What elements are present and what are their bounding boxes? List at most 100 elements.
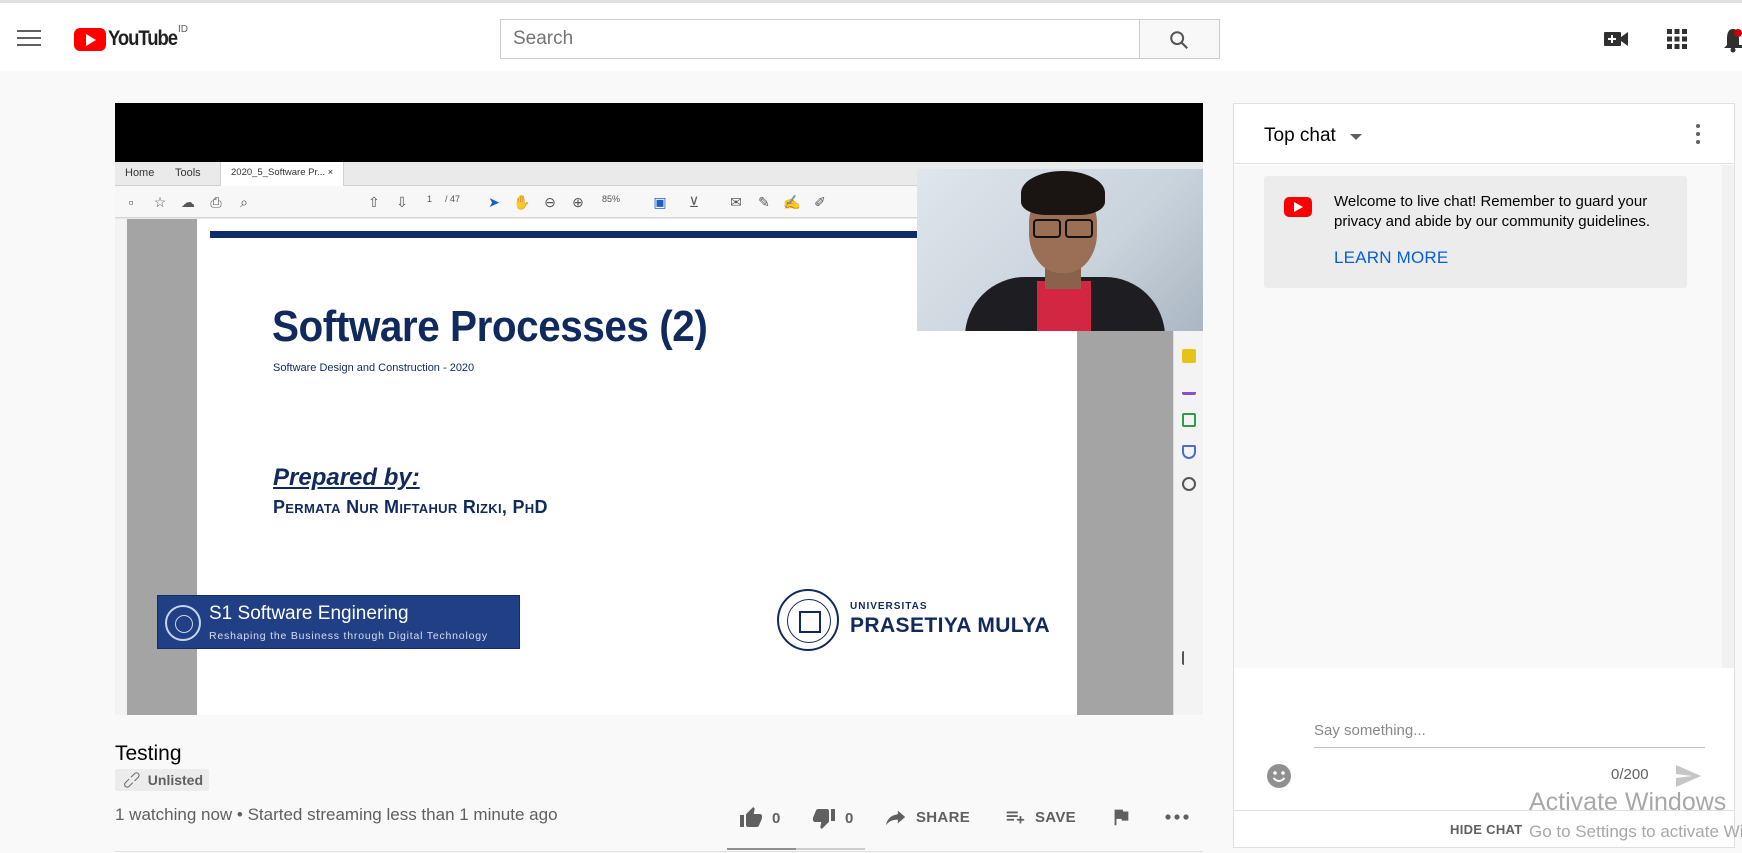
- chat-scrollbar[interactable]: [1722, 165, 1734, 668]
- chat-header: Top chat: [1234, 104, 1734, 164]
- zoom-search-icon: ⌕: [240, 194, 248, 210]
- page-total: / 47: [445, 194, 461, 204]
- chat-input-container: [1314, 714, 1705, 748]
- presenter-hair: [1021, 171, 1105, 215]
- menu-icon[interactable]: [17, 30, 41, 48]
- chat-input[interactable]: [1314, 714, 1705, 747]
- program-badge: S1 Software Enginering Reshaping the Bus…: [157, 595, 520, 649]
- save-button[interactable]: SAVE: [1003, 806, 1076, 828]
- scroll-mode-icon: ⊻: [688, 194, 700, 210]
- program-title: S1 Software Enginering: [209, 603, 409, 624]
- youtube-play-icon: [74, 27, 106, 51]
- hide-chat-button[interactable]: HIDE CHAT: [1450, 822, 1523, 837]
- activate-windows-title: Activate Windows: [1529, 788, 1727, 816]
- print-icon: ⎙: [210, 194, 222, 210]
- chat-messages: Welcome to live chat! Remember to guard …: [1234, 165, 1734, 668]
- video-player[interactable]: Home Tools 2020_5_Software Pr... × ▫ ☆ ☁…: [115, 103, 1203, 715]
- activate-windows-subtitle: Go to Settings to activate Windows.: [1529, 822, 1742, 841]
- thumbs-down-icon: [813, 809, 835, 829]
- cloud-upload-icon: ☁: [181, 194, 195, 210]
- logo-text: YouTube: [108, 27, 178, 50]
- more-vertical-icon[interactable]: [1696, 124, 1700, 148]
- char-count: 0/200: [1611, 766, 1649, 783]
- dislike-button[interactable]: 0: [811, 806, 854, 830]
- save-label: SAVE: [1035, 808, 1076, 826]
- link-icon: ⊂⊃: [118, 766, 145, 793]
- university-label: UNIVERSITAS: [850, 601, 928, 612]
- like-button[interactable]: 0: [738, 806, 781, 830]
- zoom-level: 85%: [602, 194, 621, 204]
- university-name: PRASETIYA MULYA: [850, 614, 1051, 637]
- slide-author: Permata Nur Miftahur Rizki, PhD: [273, 497, 548, 517]
- share-arrow-icon: [885, 810, 906, 826]
- share-button[interactable]: SHARE: [884, 806, 970, 828]
- page-fit-icon: ▣: [653, 194, 667, 210]
- chat-welcome-message: Welcome to live chat! Remember to guard …: [1264, 176, 1687, 288]
- chat-mode-selector[interactable]: Top chat: [1264, 125, 1336, 147]
- masthead: YouTube ID: [0, 3, 1742, 71]
- pdf-tab-document-label: 2020_5_Software Pr...: [231, 167, 326, 178]
- pdf-tab-document: 2020_5_Software Pr... ×: [220, 162, 345, 186]
- collapse-panel-icon: [1182, 651, 1196, 665]
- program-tagline: Reshaping the Business through Digital T…: [209, 630, 488, 642]
- page-down-icon: ⇩: [396, 194, 408, 210]
- apps-grid-icon[interactable]: [1665, 27, 1689, 51]
- pdf-left-panel: [115, 219, 127, 715]
- sign-icon: ✐: [814, 194, 826, 210]
- university-logo-seal: [777, 589, 839, 651]
- highlight-pen-icon: ✎: [758, 194, 770, 210]
- chevron-down-icon[interactable]: [1350, 134, 1362, 140]
- dislike-count: 0: [845, 809, 854, 827]
- playlist-add-icon: [1006, 811, 1025, 824]
- thumbs-up-icon: [740, 807, 762, 827]
- close-icon: ×: [327, 167, 334, 178]
- create-video-icon[interactable]: [1603, 27, 1629, 51]
- save-file-icon: ▫: [128, 194, 134, 210]
- learn-more-link[interactable]: LEARN MORE: [1334, 248, 1448, 268]
- live-chat-panel: Top chat Welcome to live chat! Remember …: [1233, 103, 1735, 848]
- video-title: Testing: [115, 742, 182, 765]
- hand-tool-icon: ✋: [513, 194, 531, 210]
- youtube-play-icon: [1284, 197, 1312, 217]
- share-label: SHARE: [916, 808, 971, 826]
- comment-icon: ✉: [730, 194, 742, 210]
- page-current: 1: [427, 194, 433, 204]
- zoom-in-icon: ⊕: [572, 194, 584, 210]
- draw-icon: ✍: [783, 194, 801, 210]
- search-box: [500, 19, 1220, 59]
- page-up-icon: ⇧: [368, 194, 380, 210]
- search-input[interactable]: [501, 20, 1139, 58]
- search-icon: [1170, 31, 1189, 50]
- pdf-tab-tools: Tools: [175, 167, 201, 179]
- notifications-bell-icon[interactable]: [1724, 27, 1742, 53]
- print-production-icon: [1182, 413, 1196, 427]
- emoji-icon[interactable]: [1266, 763, 1292, 789]
- country-code: ID: [178, 24, 188, 35]
- report-button[interactable]: [1110, 806, 1132, 828]
- more-actions-button[interactable]: [1164, 806, 1190, 828]
- slide-prepared-label: Prepared by:: [273, 464, 420, 491]
- pdf-tab-home: Home: [125, 167, 155, 179]
- university-seal-icon: [165, 605, 201, 641]
- video-meta: 1 watching now • Started streaming less …: [115, 805, 558, 824]
- presenter-glasses: [1033, 219, 1093, 238]
- comment-tool-icon: [1182, 349, 1196, 363]
- search-button[interactable]: [1139, 20, 1219, 58]
- bookmark-star-icon: ☆: [153, 194, 167, 210]
- sentiment-bar-fill: [727, 848, 796, 850]
- fill-sign-icon: [1182, 381, 1196, 395]
- more-horizontal-icon: [1165, 814, 1189, 820]
- youtube-logo[interactable]: YouTube ID: [74, 24, 188, 52]
- flag-icon: [1114, 809, 1129, 826]
- unlisted-label: Unlisted: [147, 772, 204, 788]
- unlisted-badge: ⊂⊃ Unlisted: [115, 766, 210, 793]
- select-cursor-icon: ➤: [488, 194, 500, 210]
- webcam-overlay: [917, 169, 1203, 331]
- slide-title: Software Processes (2): [272, 302, 708, 351]
- slide-subtitle: Software Design and Construction - 2020: [273, 362, 475, 374]
- protect-shield-icon: [1182, 445, 1196, 459]
- welcome-text: Welcome to live chat! Remember to guard …: [1334, 193, 1651, 230]
- more-tools-icon: [1182, 477, 1196, 491]
- send-icon[interactable]: [1674, 763, 1702, 789]
- info-divider: [115, 851, 1203, 852]
